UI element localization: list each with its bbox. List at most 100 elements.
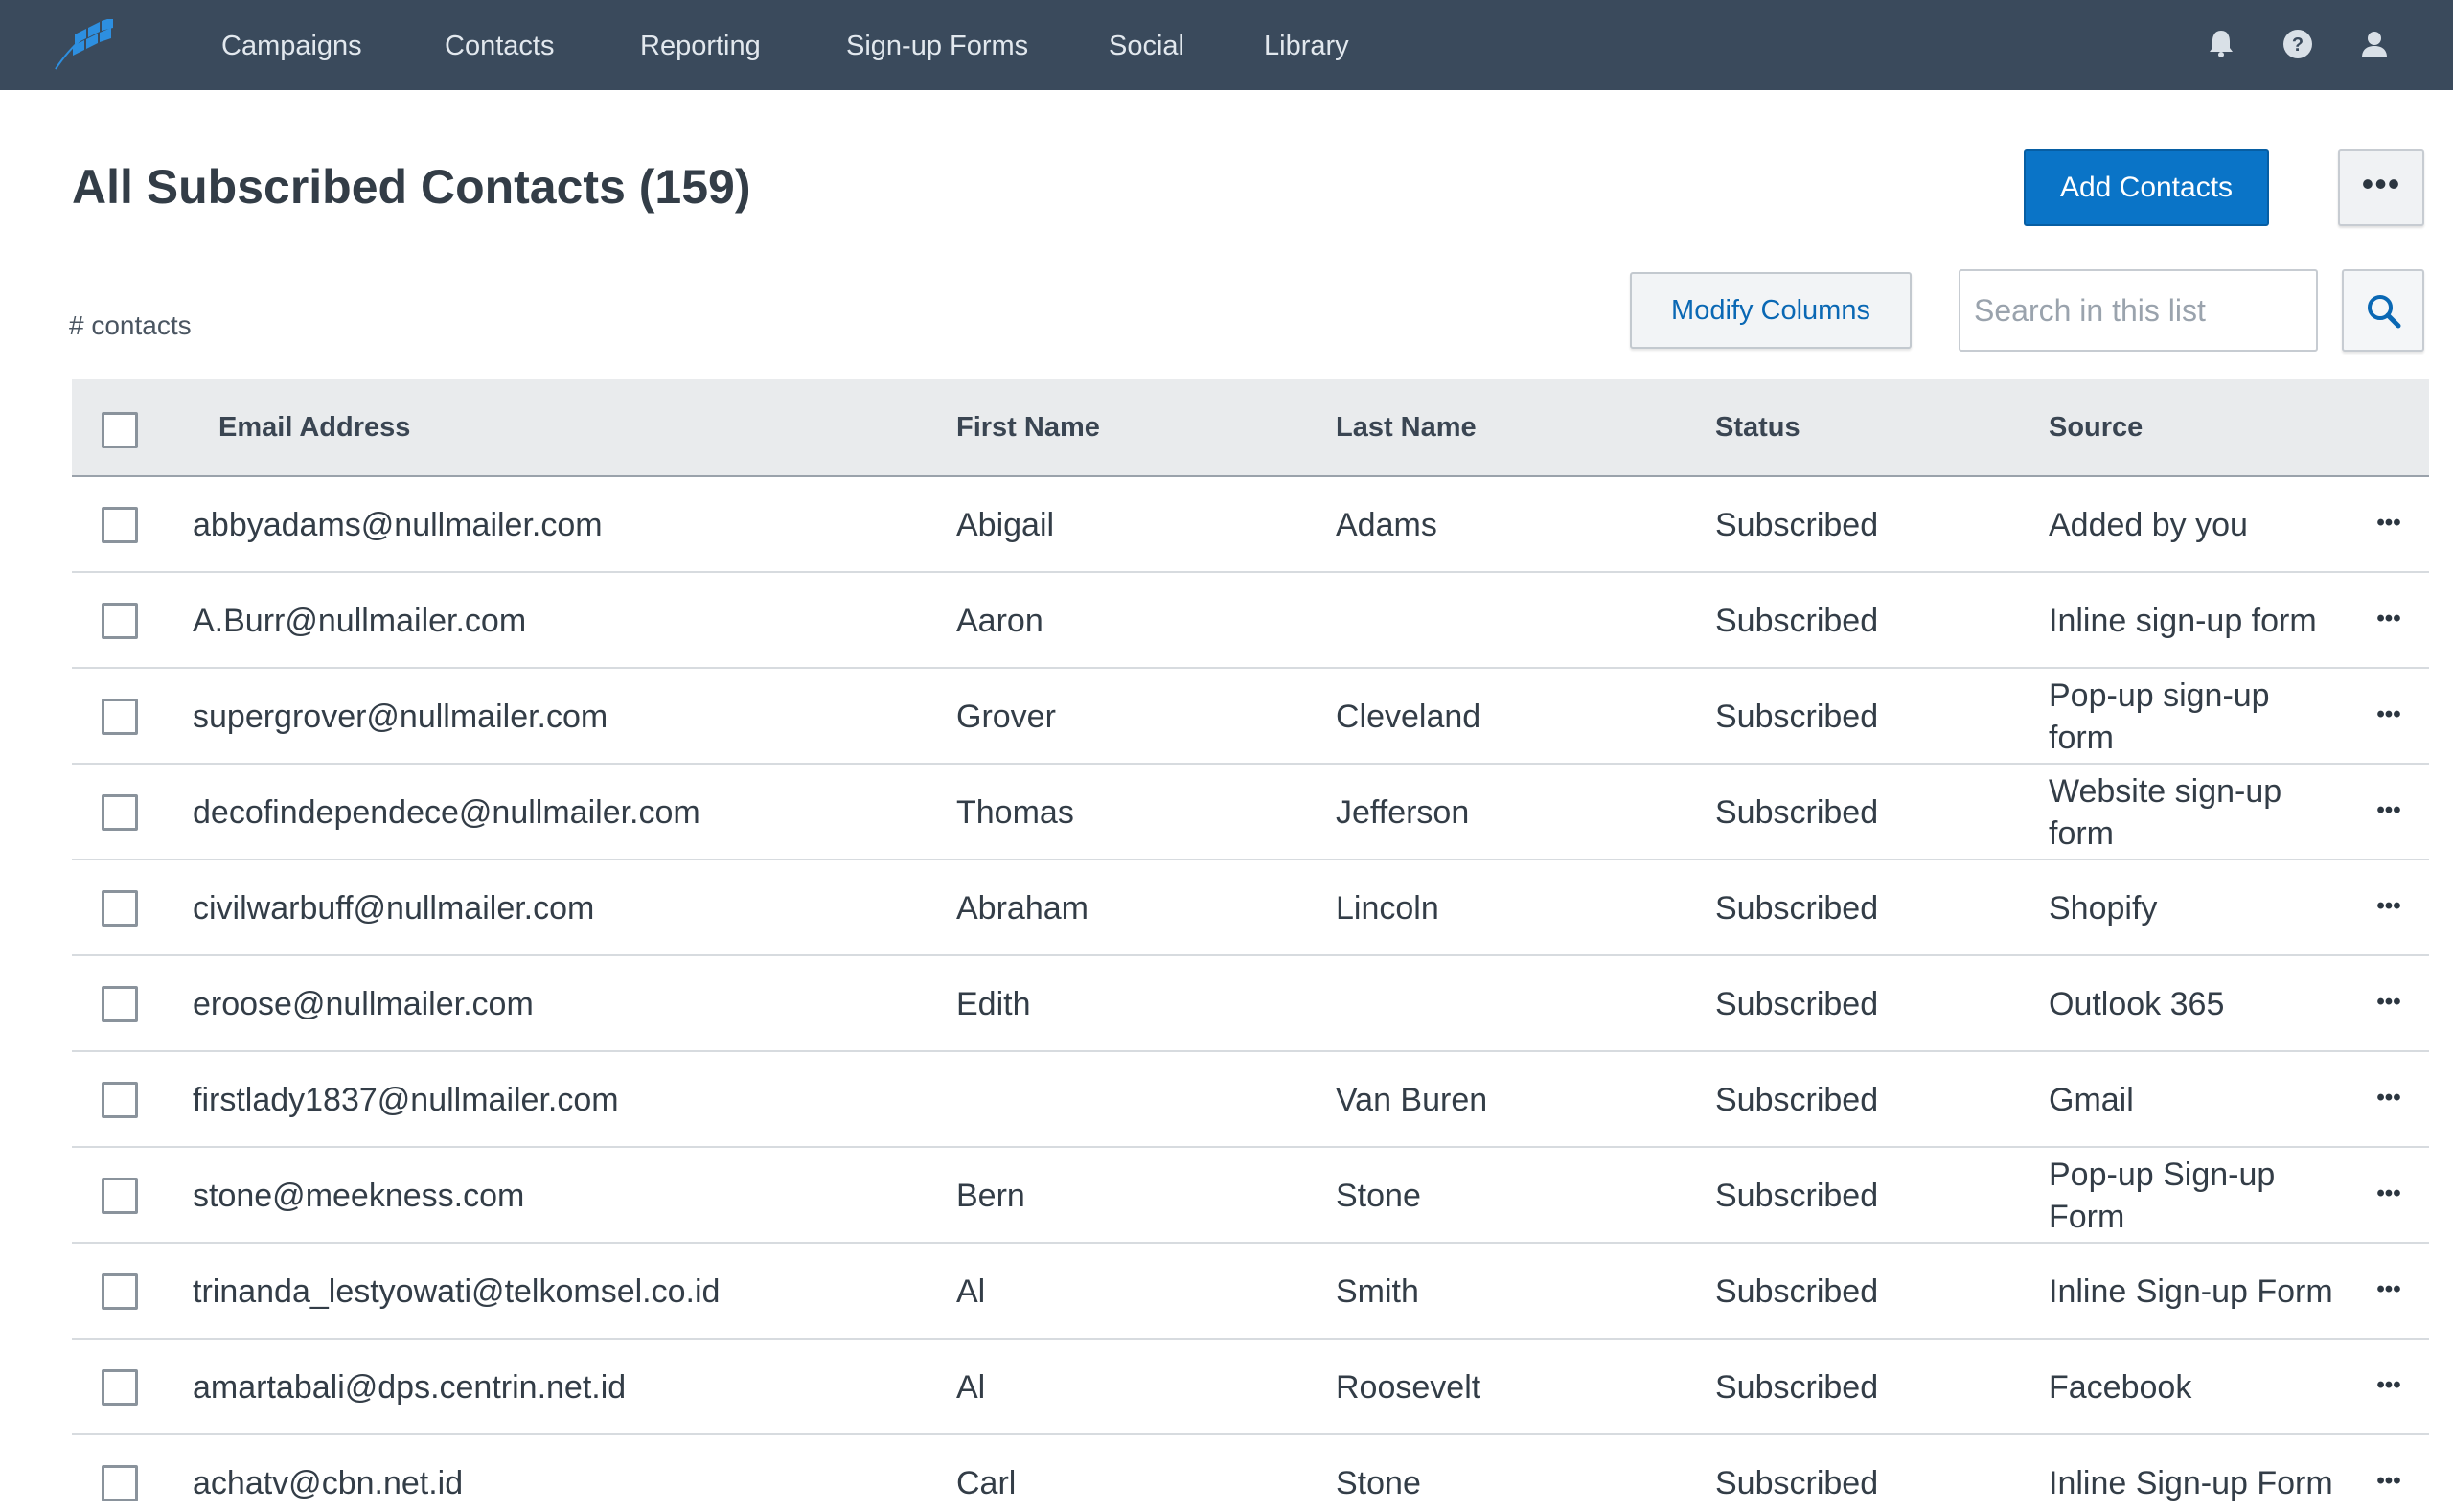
table-row[interactable]: supergrover@nullmailer.com Grover Clevelan… — [72, 669, 2429, 765]
cell-email[interactable]: civilwarbuff@nullmailer.com — [193, 860, 594, 956]
row-more-button[interactable]: ••• — [2370, 696, 2408, 734]
nav-campaigns[interactable]: Campaigns — [221, 27, 362, 65]
cell-first-name: Grover — [956, 699, 1056, 735]
cell-last-name: Van Buren — [1336, 1082, 1488, 1118]
logo-icon[interactable] — [54, 19, 132, 71]
nav-contacts[interactable]: Contacts — [445, 27, 554, 65]
cell-status: Subscribed — [1715, 1273, 1879, 1310]
cell-email[interactable]: abbyadams@nullmailer.com — [193, 477, 603, 573]
row-more-button[interactable]: ••• — [2370, 1366, 2408, 1405]
cell-status: Subscribed — [1715, 1369, 1879, 1406]
cell-last-name: Cleveland — [1336, 699, 1481, 735]
select-all-checkbox[interactable] — [102, 412, 138, 448]
table-row[interactable]: amartabali@dps.centrin.net.id Al Roosevelt… — [72, 1340, 2429, 1435]
bell-icon[interactable] — [2202, 25, 2240, 63]
row-more-button[interactable]: ••• — [2370, 791, 2408, 830]
row-checkbox[interactable] — [102, 1178, 138, 1214]
row-more-button[interactable]: ••• — [2370, 1175, 2408, 1213]
row-more-button[interactable]: ••• — [2370, 1462, 2408, 1501]
row-checkbox[interactable] — [102, 507, 138, 543]
row-checkbox[interactable] — [102, 1369, 138, 1406]
cell-first-name: Al — [956, 1273, 986, 1310]
nav-reporting[interactable]: Reporting — [640, 27, 761, 65]
more-actions-button[interactable]: ••• — [2338, 149, 2424, 226]
nav-library[interactable]: Library — [1264, 27, 1349, 65]
cell-source: Inline Sign-up Form — [2049, 1273, 2333, 1310]
cell-source: Gmail — [2049, 1082, 2134, 1118]
cell-last-name: Smith — [1336, 1273, 1419, 1310]
add-contacts-button[interactable]: Add Contacts — [2024, 149, 2269, 226]
cell-first-name: Bern — [956, 1178, 1025, 1214]
column-header-last-name[interactable]: Last Name — [1336, 408, 1477, 447]
cell-status: Subscribed — [1715, 1082, 1879, 1118]
cell-email[interactable]: A.Burr@nullmailer.com — [193, 573, 526, 669]
modify-columns-button[interactable]: Modify Columns — [1630, 272, 1912, 349]
cell-last-name: Stone — [1336, 1178, 1421, 1214]
top-nav: Campaigns Contacts Reporting Sign-up For… — [0, 0, 2453, 90]
cell-source: Facebook — [2049, 1369, 2192, 1406]
row-more-button[interactable]: ••• — [2370, 1271, 2408, 1309]
cell-last-name: Lincoln — [1336, 890, 1439, 927]
table-header: Email Address First Name Last Name Statu… — [72, 379, 2429, 477]
table-row[interactable]: decofindependece@nullmailer.com Thomas Jef… — [72, 765, 2429, 860]
cell-source: Inline Sign-up Form — [2049, 1465, 2333, 1501]
table-row[interactable]: eroose@nullmailer.com Edith Subscribed Outl… — [72, 956, 2429, 1052]
row-more-button[interactable]: ••• — [2370, 600, 2408, 638]
cell-email[interactable]: amartabali@dps.centrin.net.id — [193, 1340, 626, 1435]
search-button[interactable] — [2342, 269, 2424, 352]
cell-first-name: Abraham — [956, 890, 1089, 927]
table-row[interactable]: stone@meekness.com Bern Stone Subscribed Pop… — [72, 1148, 2429, 1244]
row-more-button[interactable]: ••• — [2370, 983, 2408, 1021]
page-title: All Subscribed Contacts (159) — [72, 160, 751, 214]
row-more-button[interactable]: ••• — [2370, 1079, 2408, 1117]
cell-source: Pop-up Sign-up Form — [2049, 1157, 2276, 1235]
row-checkbox[interactable] — [102, 986, 138, 1022]
cell-first-name: Abigail — [956, 507, 1055, 543]
contacts-count-label: # contacts — [69, 310, 192, 340]
table-row[interactable]: achatv@cbn.net.id Carl Stone Subscribed Inli… — [72, 1435, 2429, 1512]
row-checkbox[interactable] — [102, 603, 138, 639]
table-row[interactable]: abbyadams@nullmailer.com Abigail Adams Subs… — [72, 477, 2429, 573]
row-checkbox[interactable] — [102, 699, 138, 735]
cell-status: Subscribed — [1715, 699, 1879, 735]
row-checkbox[interactable] — [102, 890, 138, 927]
cell-email[interactable]: trinanda_lestyowati@telkomsel.co.id — [193, 1244, 720, 1340]
cell-status: Subscribed — [1715, 1465, 1879, 1501]
cell-email[interactable]: firstlady1837@nullmailer.com — [193, 1052, 619, 1148]
cell-first-name: Carl — [956, 1465, 1017, 1501]
row-checkbox[interactable] — [102, 1273, 138, 1310]
cell-email[interactable]: eroose@nullmailer.com — [193, 956, 534, 1052]
cell-first-name: Thomas — [956, 794, 1074, 831]
cell-source: Outlook 365 — [2049, 986, 2225, 1022]
contacts-table: Email Address First Name Last Name Statu… — [72, 379, 2429, 1512]
table-row[interactable]: firstlady1837@nullmailer.com Van Buren Sub… — [72, 1052, 2429, 1148]
column-header-source[interactable]: Source — [2049, 408, 2143, 447]
user-icon[interactable] — [2355, 25, 2394, 63]
cell-email[interactable]: supergrover@nullmailer.com — [193, 669, 608, 765]
nav-social[interactable]: Social — [1109, 27, 1184, 65]
column-header-email[interactable]: Email Address — [218, 408, 410, 447]
cell-source: Added by you — [2049, 507, 2248, 543]
row-checkbox[interactable] — [102, 794, 138, 831]
search-input[interactable] — [1959, 269, 2318, 352]
cell-email[interactable]: stone@meekness.com — [193, 1148, 524, 1244]
cell-status: Subscribed — [1715, 507, 1879, 543]
column-header-first-name[interactable]: First Name — [956, 408, 1100, 447]
row-checkbox[interactable] — [102, 1465, 138, 1501]
table-row[interactable]: civilwarbuff@nullmailer.com Abraham Lincol… — [72, 860, 2429, 956]
cell-source: Pop-up sign-up form — [2049, 677, 2270, 756]
row-checkbox[interactable] — [102, 1082, 138, 1118]
cell-email[interactable]: decofindependece@nullmailer.com — [193, 765, 700, 860]
nav-signup-forms[interactable]: Sign-up Forms — [846, 27, 1028, 65]
table-row[interactable]: A.Burr@nullmailer.com Aaron Subscribed Inli… — [72, 573, 2429, 669]
row-more-button[interactable]: ••• — [2370, 887, 2408, 926]
column-header-status[interactable]: Status — [1715, 408, 1800, 447]
table-row[interactable]: trinanda_lestyowati@telkomsel.co.id Al Smi… — [72, 1244, 2429, 1340]
row-more-button[interactable]: ••• — [2370, 504, 2408, 542]
cell-last-name: Jefferson — [1336, 794, 1470, 831]
cell-first-name: Aaron — [956, 603, 1043, 639]
help-icon[interactable]: ? — [2279, 25, 2317, 63]
cell-first-name: Al — [956, 1369, 986, 1406]
cell-status: Subscribed — [1715, 1178, 1879, 1214]
cell-email[interactable]: achatv@cbn.net.id — [193, 1435, 463, 1512]
